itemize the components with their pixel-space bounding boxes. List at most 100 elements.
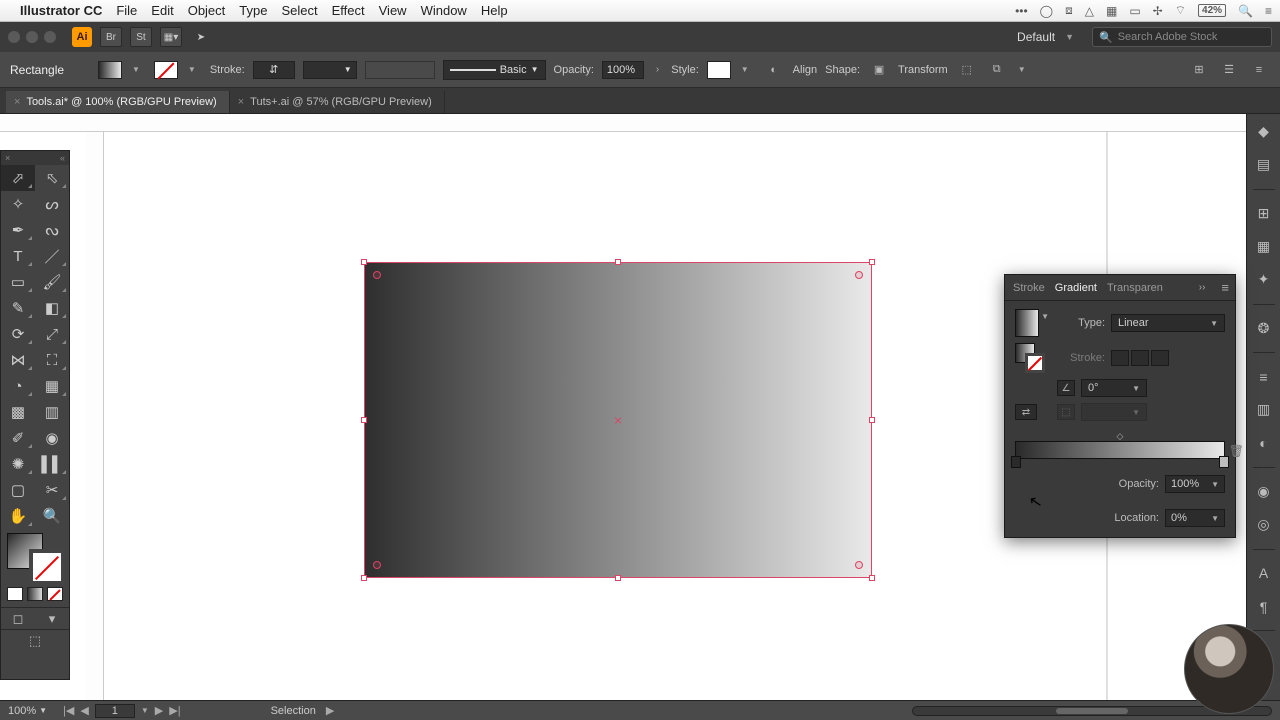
style-swatch[interactable]: [707, 61, 731, 79]
last-artboard-icon[interactable]: ▶|: [169, 704, 180, 717]
tools-panel-header[interactable]: ×«: [1, 151, 69, 165]
corner-radius-handle[interactable]: [855, 561, 863, 569]
layers-panel-icon[interactable]: ▤: [1252, 153, 1276, 176]
scale-tool[interactable]: ⤢: [35, 321, 69, 347]
gradient-angle-field[interactable]: 0°▼: [1081, 379, 1147, 397]
eraser-tool[interactable]: ◧: [35, 295, 69, 321]
transform-label[interactable]: Transform: [898, 64, 948, 76]
resize-handle[interactable]: [869, 417, 875, 423]
slice-tool[interactable]: ✂: [35, 477, 69, 503]
menu-object[interactable]: Object: [188, 3, 226, 18]
edit-similar-icon[interactable]: ⧉: [986, 60, 1008, 80]
grid-view-icon[interactable]: ⊞: [1188, 60, 1210, 80]
canvas-viewport[interactable]: ×« ⬀ ⬁ ✧ ᔕ ✒ ᔓ T ／ ▭ 🖌 ✎ ◧ ⟳ ⤢ ⋈ ⛶ ◔ ▦ ▩: [0, 114, 1280, 700]
delete-stop-icon[interactable]: 🗑: [1229, 444, 1244, 458]
shaper-tool[interactable]: ✎: [1, 295, 35, 321]
align-label[interactable]: Align: [793, 64, 817, 76]
gradient-thumbnail[interactable]: [1015, 309, 1039, 337]
status-plus-icon[interactable]: ✢: [1153, 4, 1163, 18]
menu-help[interactable]: Help: [481, 3, 508, 18]
lasso-tool[interactable]: ᔕ: [35, 191, 69, 217]
var-width-profile[interactable]: [365, 61, 435, 79]
zoom-tool[interactable]: 🔍: [35, 503, 69, 529]
direct-selection-tool[interactable]: ⬁: [35, 165, 69, 191]
free-transform-tool[interactable]: ⛶: [35, 347, 69, 373]
menubar-app-name[interactable]: Illustrator CC: [20, 3, 102, 18]
brush-definition[interactable]: Basic▼: [443, 60, 546, 80]
status-circle-icon[interactable]: ◯: [1040, 4, 1053, 18]
close-icon[interactable]: ×: [14, 96, 20, 108]
artboard-nav[interactable]: |◀ ◀ 1 ▼ ▶ ▶|: [63, 704, 181, 718]
chevron-down-icon[interactable]: ▼: [141, 706, 149, 715]
status-battery[interactable]: 42%: [1198, 4, 1226, 17]
chevron-down-icon[interactable]: ▼: [1041, 312, 1049, 321]
gradient-tool[interactable]: ▥: [35, 399, 69, 425]
zoom-field[interactable]: 100%▼: [8, 705, 47, 717]
paintbrush-tool[interactable]: 🖌: [35, 269, 69, 295]
graphic-styles-panel-icon[interactable]: ◎: [1252, 513, 1276, 536]
rectangle-tool[interactable]: ▭: [1, 269, 35, 295]
corner-radius-handle[interactable]: [373, 561, 381, 569]
panel-tab-gradient[interactable]: Gradient: [1055, 282, 1097, 294]
status-dots-icon[interactable]: •••: [1015, 4, 1028, 18]
window-controls[interactable]: [8, 31, 56, 43]
status-calendar-icon[interactable]: ▭: [1129, 4, 1140, 18]
opacity-field[interactable]: 100%: [602, 61, 644, 79]
stock-button[interactable]: St: [130, 27, 152, 47]
bridge-button[interactable]: Br: [100, 27, 122, 47]
symbols-panel-icon[interactable]: ❂: [1252, 317, 1276, 340]
eyedropper-tool[interactable]: ✐: [1, 425, 35, 451]
pen-tool[interactable]: ✒: [1, 217, 35, 243]
play-icon[interactable]: ▶: [326, 704, 334, 717]
gradient-mode-button[interactable]: [27, 587, 43, 601]
menu-view[interactable]: View: [379, 3, 407, 18]
color-mode-button[interactable]: [7, 587, 23, 601]
status-wifi-icon[interactable]: ⌔: [1175, 3, 1186, 18]
panel-menu-icon[interactable]: ≡: [1221, 280, 1229, 295]
gradient-slider[interactable]: 🗑: [1015, 441, 1225, 459]
resize-handle[interactable]: [869, 575, 875, 581]
selection-tool[interactable]: ⬀: [1, 165, 35, 191]
close-icon[interactable]: ×: [238, 96, 244, 108]
chevron-down-icon[interactable]: ▼: [1018, 65, 1026, 74]
status-flame-icon[interactable]: △: [1085, 4, 1094, 18]
fill-stroke-indicator[interactable]: [1, 529, 69, 585]
chevron-down-icon[interactable]: ▼: [741, 65, 749, 74]
collapse-panel-icon[interactable]: ››: [1199, 282, 1206, 293]
paragraph-panel-icon[interactable]: ¶: [1252, 595, 1276, 618]
width-tool[interactable]: ⋈: [1, 347, 35, 373]
menu-select[interactable]: Select: [281, 3, 317, 18]
resize-handle[interactable]: [361, 417, 367, 423]
resize-handle[interactable]: [869, 259, 875, 265]
change-screen-button[interactable]: ⬚: [1, 629, 69, 651]
menu-effect[interactable]: Effect: [332, 3, 365, 18]
isolate-icon[interactable]: ⬚: [956, 60, 978, 80]
symbol-sprayer-tool[interactable]: ✺: [1, 451, 35, 477]
resize-handle[interactable]: [615, 259, 621, 265]
resize-handle[interactable]: [361, 259, 367, 265]
chevron-down-icon[interactable]: ▼: [188, 65, 196, 74]
magic-wand-tool[interactable]: ✧: [1, 191, 35, 217]
panel-menu-icon[interactable]: ≡: [1248, 60, 1270, 80]
corner-radius-handle[interactable]: [855, 271, 863, 279]
first-artboard-icon[interactable]: |◀: [63, 704, 74, 717]
status-menu-icon[interactable]: ≡: [1265, 4, 1272, 18]
shape-builder-tool[interactable]: ◔: [1, 373, 35, 399]
perspective-grid-tool[interactable]: ▦: [35, 373, 69, 399]
stroke-indicator[interactable]: [29, 549, 65, 585]
column-graph-tool[interactable]: ▌▌: [35, 451, 69, 477]
swatches-panel-icon[interactable]: ▦: [1252, 235, 1276, 258]
properties-panel-icon[interactable]: ◆: [1252, 120, 1276, 143]
selected-rectangle[interactable]: [364, 262, 872, 578]
panel-tab-stroke[interactable]: Stroke: [1013, 282, 1045, 294]
document-tab[interactable]: ×Tools.ai* @ 100% (RGB/GPU Preview): [6, 91, 230, 113]
collapse-icon[interactable]: «: [60, 153, 65, 163]
resize-handle[interactable]: [361, 575, 367, 581]
chevron-down-icon[interactable]: ▼: [132, 65, 140, 74]
blend-tool[interactable]: ◉: [35, 425, 69, 451]
stroke-swatch[interactable]: [154, 61, 178, 79]
status-dropbox-icon[interactable]: ⧈: [1065, 3, 1073, 18]
menu-window[interactable]: Window: [421, 3, 467, 18]
prev-artboard-icon[interactable]: ◀: [80, 704, 88, 717]
gradient-stop[interactable]: [1011, 456, 1021, 468]
